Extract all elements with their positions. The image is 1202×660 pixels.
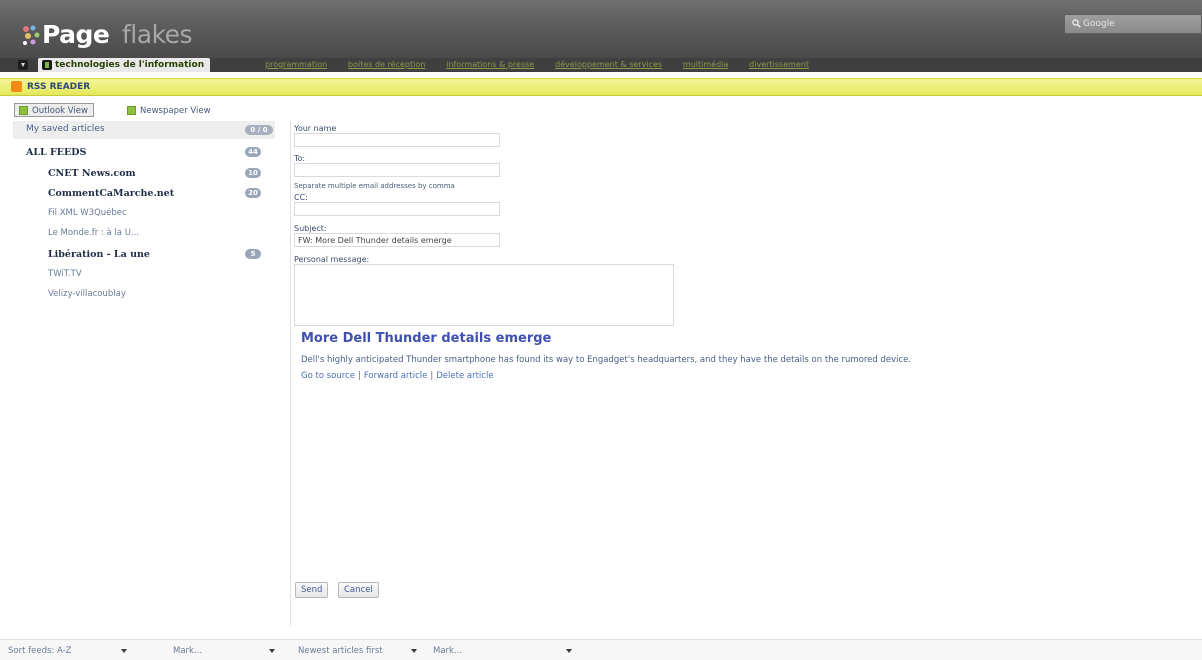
search-box[interactable] [1064,14,1202,34]
feed-sidebar: My saved articles 0 / 0 ALL FEEDS 44 CNE… [13,121,275,626]
go-to-source-link[interactable]: Go to source [301,371,355,381]
to-label: To: [294,154,306,163]
newspaper-view-label: Newspaper View [140,106,211,116]
sidebar-item-label: Libération - La une [48,249,150,260]
to-input[interactable] [294,163,500,177]
link-separator: | [357,371,361,381]
sidebar-item-velizy[interactable]: Velizy-villacoublay [13,285,275,303]
sidebar-item-label: My saved articles [26,124,105,134]
tab-list: programmation boites de réception inform… [265,58,827,72]
forward-article-link[interactable]: Forward article [364,371,428,381]
chevron-down-icon [269,649,275,653]
article-actions: Go to source | Forward article | Delete arti… [301,371,494,381]
tab-bar: technologies de l'information programmat… [0,58,1202,72]
outlook-view-icon [19,106,28,115]
subject-input[interactable] [294,233,500,247]
bottom-toolbar: Sort feeds: A-Z Mark... Newest articles … [0,639,1202,660]
outlook-view-button[interactable]: Outlook View [14,103,94,117]
mark-feeds-value: Mark... [173,646,203,656]
sort-feeds-select[interactable]: Sort feeds: A-Z [8,645,132,657]
unread-count-badge: 44 [245,147,261,157]
tab-item[interactable]: informations & presse [446,58,534,72]
unread-count-badge: 10 [245,168,261,178]
tab-item[interactable]: boites de réception [348,58,425,72]
your-name-input[interactable] [294,133,500,147]
sidebar-item-label: Le Monde.fr : à la U... [48,228,140,238]
mark-feeds-select[interactable]: Mark... [173,645,277,657]
search-input[interactable] [1083,17,1193,31]
sidebar-item-label: CommentCaMarche.net [48,188,175,199]
personal-message-textarea[interactable] [294,264,674,326]
link-separator: | [430,371,434,381]
logo-text-sub: flakes [122,20,193,49]
tab-item[interactable]: divertissement [749,58,809,72]
panel-divider [290,121,291,626]
mark-articles-select[interactable]: Mark... [433,645,577,657]
mark-articles-value: Mark... [433,646,463,656]
delete-article-link[interactable]: Delete article [436,371,493,381]
sidebar-item-all-feeds[interactable]: ALL FEEDS 44 [13,143,275,161]
cc-label: CC: [294,193,308,202]
sidebar-item-le-monde[interactable]: Le Monde.fr : à la U... [13,224,275,242]
article-snippet: Dell's highly anticipated Thunder smartp… [301,355,912,365]
unread-count-badge: 20 [245,188,261,198]
personal-message-label: Personal message: [294,255,370,264]
send-button[interactable]: Send [295,582,329,598]
cancel-button[interactable]: Cancel [338,582,379,598]
sidebar-item-label: CNET News.com [48,168,136,179]
top-header: Page flakes [0,0,1202,58]
tab-technologies[interactable]: technologies de l'information [38,58,211,72]
subject-label: Subject: [294,224,327,233]
sidebar-item-twit[interactable]: TWiT.TV [13,265,275,283]
sidebar-item-cnet[interactable]: CNET News.com 10 [13,164,275,182]
rss-reader-header: RSS READER [0,78,1202,96]
sidebar-item-label: Velizy-villacoublay [48,289,126,299]
tab-page-icon [42,60,52,70]
chevron-down-icon [411,649,417,653]
unread-count-badge: 0 / 0 [245,125,273,135]
article-order-select[interactable]: Newest articles first [298,645,422,657]
rss-feed-icon [11,81,22,92]
tab-technologies-label: technologies de l'information [55,60,205,70]
sidebar-item-label: TWiT.TV [48,269,82,279]
sidebar-item-saved-articles[interactable]: My saved articles 0 / 0 [13,121,275,139]
logo-text-main: Page [42,20,110,49]
search-icon [1072,19,1081,28]
tab-item[interactable]: programmation [265,58,327,72]
unread-count-badge: 5 [245,249,261,259]
sidebar-item-label: Fil XML W3Québec [48,208,127,218]
article-title[interactable]: More Dell Thunder details emerge [301,331,551,346]
sidebar-item-label: ALL FEEDS [26,147,87,158]
chevron-down-icon [566,649,572,653]
chevron-down-icon [121,649,127,653]
newspaper-view-icon [127,106,136,115]
tab-item[interactable]: développement & services [555,58,662,72]
sort-feeds-value: Sort feeds: A-Z [8,646,72,656]
tab-menu-icon[interactable] [18,60,28,70]
email-separator-note: Separate multiple email addresses by com… [294,182,455,190]
rss-reader-title: RSS READER [27,82,91,92]
cc-input[interactable] [294,202,500,216]
sidebar-item-liberation[interactable]: Libération - La une 5 [13,245,275,263]
newspaper-view-button[interactable]: Newspaper View [122,103,217,117]
logo-dots-icon [23,25,40,45]
article-order-value: Newest articles first [298,646,383,656]
sidebar-item-w3quebec[interactable]: Fil XML W3Québec [13,204,275,222]
tab-item[interactable]: multimédia [683,58,728,72]
your-name-label: Your name [294,124,337,133]
outlook-view-label: Outlook View [32,106,88,116]
sidebar-item-commentcamarche[interactable]: CommentCaMarche.net 20 [13,184,275,202]
